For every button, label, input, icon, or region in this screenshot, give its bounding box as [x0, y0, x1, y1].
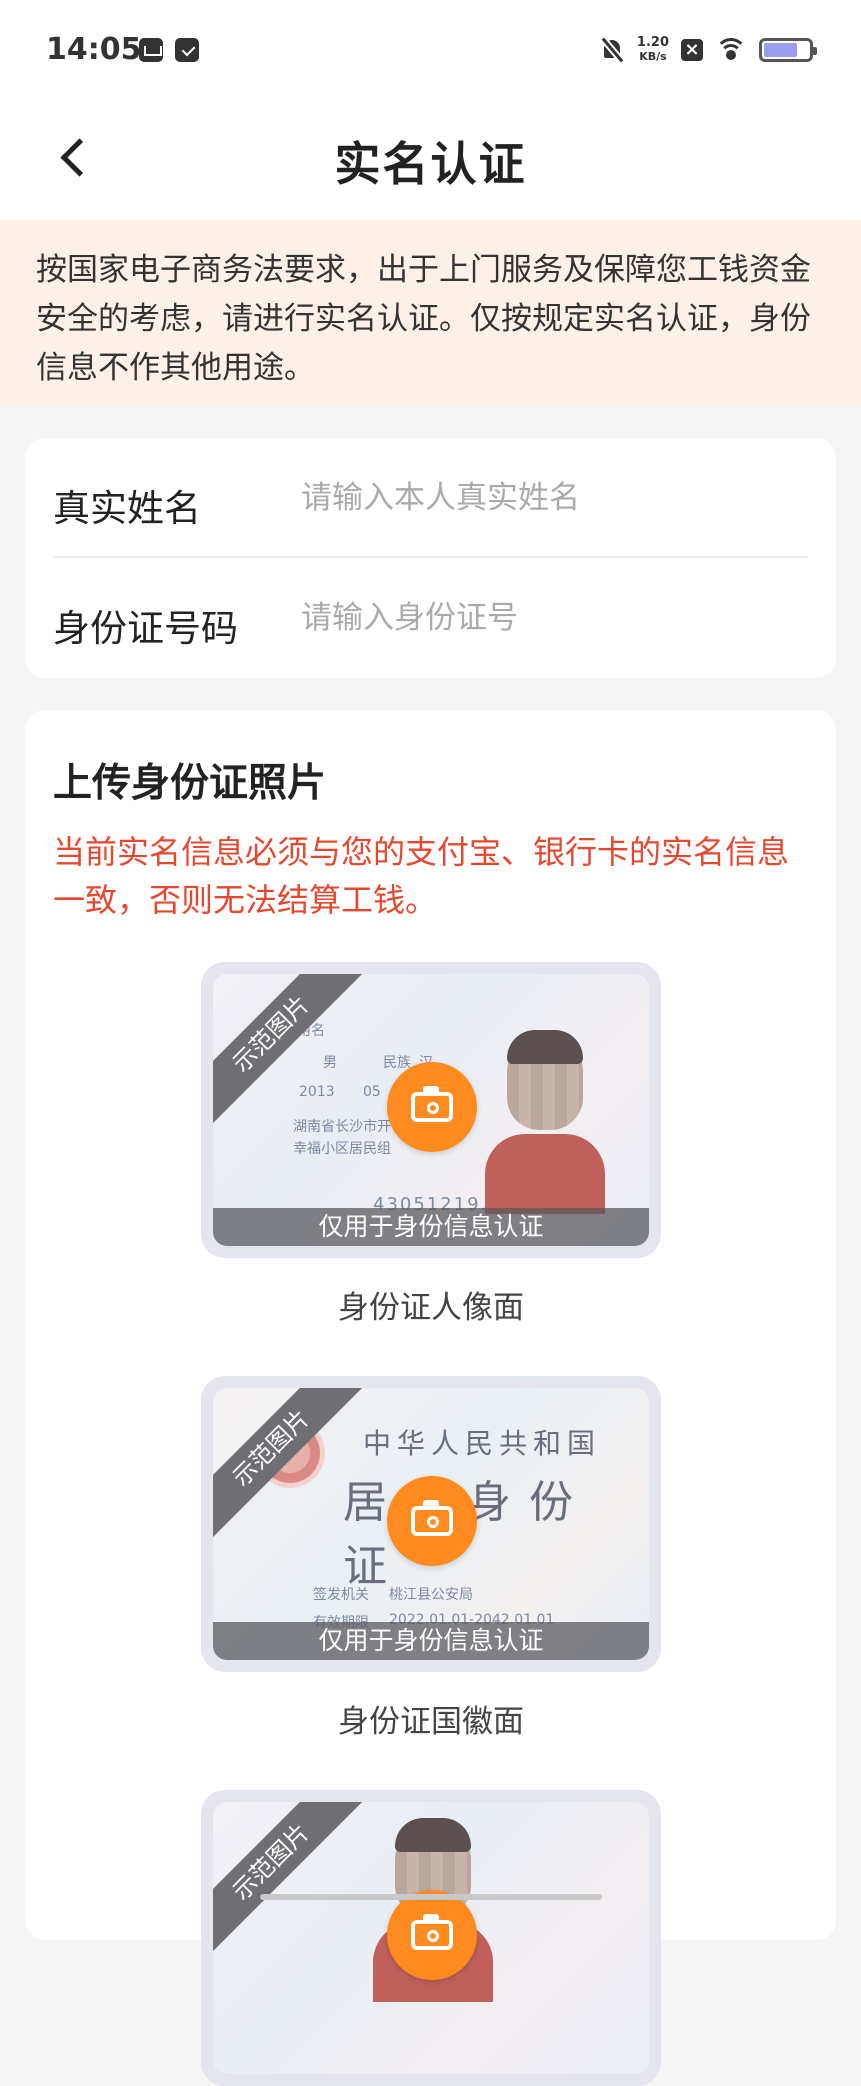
camera-icon [411, 1092, 453, 1122]
id-back-frame[interactable]: 中华人民共和国 居民身份证 签发机关 桃江县公安局 有效期限 2022.01.0… [201, 1376, 661, 1672]
battery-icon [759, 38, 813, 62]
card-authority: 桃江县公安局 [389, 1584, 473, 1604]
id-back-upload: 中华人民共和国 居民身份证 签发机关 桃江县公安局 有效期限 2022.01.0… [201, 1376, 661, 1741]
sample-badge: 示范图片 [213, 974, 364, 1127]
card-authority-label: 签发机关 [313, 1584, 369, 1604]
card-address-line2: 幸福小区居民组 [293, 1138, 391, 1158]
camera-icon [411, 1920, 453, 1950]
sample-badge: 示范图片 [213, 1802, 364, 1955]
camera-button[interactable] [387, 1476, 477, 1566]
nav-bar: 实名认证 [0, 100, 861, 220]
id-front-upload: 代用名 男 民族 汉 2013 05 湖南省长沙市开 幸福小区居民组 43051… [201, 962, 661, 1327]
upload-section: 上传身份证照片 当前实名信息必须与您的支付宝、银行卡的实名信息一致，否则无法结算… [25, 710, 836, 1940]
notice-banner: 按国家电子商务法要求，出于上门服务及保障您工钱资金安全的考虑，请进行实名认证。仅… [0, 220, 861, 406]
id-front-sample-image: 代用名 男 民族 汉 2013 05 湖南省长沙市开 幸福小区居民组 43051… [213, 974, 649, 1246]
camera-button[interactable] [387, 1062, 477, 1152]
wifi-icon [715, 38, 747, 62]
id-back-sample-image: 中华人民共和国 居民身份证 签发机关 桃江县公安局 有效期限 2022.01.0… [213, 1388, 649, 1660]
home-indicator [260, 1894, 602, 1900]
name-row: 真实姓名 [53, 438, 808, 558]
id-handheld-sample-image: 示范图片 [213, 1802, 649, 2074]
camera-button[interactable] [387, 1890, 477, 1980]
id-back-caption: 身份证国徽面 [201, 1696, 661, 1741]
page-title: 实名认证 [0, 128, 861, 194]
card-title-country: 中华人民共和国 [363, 1422, 601, 1462]
identity-form: 真实姓名 身份证号码 [25, 438, 836, 678]
id-number-row: 身份证号码 [53, 558, 808, 678]
network-speed-value: 1.20 [637, 36, 669, 50]
id-number-input[interactable] [301, 594, 808, 642]
id-front-caption: 身份证人像面 [201, 1282, 661, 1327]
status-icons: 1.20 KB/s × [599, 32, 813, 68]
mail-notification-icon [175, 38, 199, 62]
id-number-label: 身份证号码 [53, 598, 238, 652]
name-label: 真实姓名 [53, 478, 201, 532]
id-handheld-frame[interactable]: 示范图片 [201, 1790, 661, 2086]
upload-warning: 当前实名信息必须与您的支付宝、银行卡的实名信息一致，否则无法结算工钱。 [53, 828, 796, 924]
network-speed-unit: KB/s [637, 50, 669, 64]
upload-title: 上传身份证照片 [53, 752, 326, 808]
auth-only-overlay: 仅用于身份信息认证 [213, 1622, 649, 1660]
mute-bell-icon [599, 37, 625, 63]
id-front-frame[interactable]: 代用名 男 民族 汉 2013 05 湖南省长沙市开 幸福小区居民组 43051… [201, 962, 661, 1258]
no-sim-icon: × [681, 39, 703, 61]
status-time: 14:05 [46, 32, 142, 67]
auth-only-overlay: 仅用于身份信息认证 [213, 1208, 649, 1246]
card-birth-month: 05 [363, 1084, 381, 1100]
real-name-input[interactable] [301, 474, 808, 522]
card-address-line1: 湖南省长沙市开 [293, 1116, 391, 1136]
status-bar: 14:05 1.20 KB/s × [0, 0, 861, 100]
battery-level [764, 43, 797, 57]
card-birth-year: 2013 [299, 1084, 335, 1100]
camera-icon [411, 1506, 453, 1536]
id-handheld-upload: 示范图片 [201, 1790, 661, 2086]
network-speed: 1.20 KB/s [637, 36, 669, 64]
card-gender: 男 [323, 1052, 337, 1072]
archive-notification-icon [139, 38, 163, 62]
sample-portrait [485, 1034, 605, 1214]
